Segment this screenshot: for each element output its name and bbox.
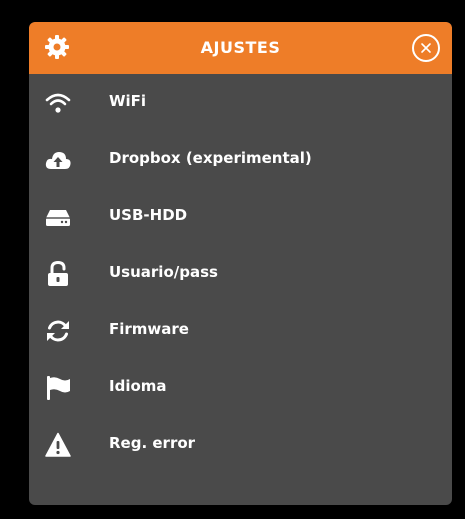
menu-item-label: Idioma (109, 377, 167, 395)
cloud-upload-icon (45, 147, 71, 173)
settings-title: AJUSTES (200, 38, 281, 57)
menu-item-label: WiFi (109, 92, 147, 110)
refresh-icon (45, 318, 71, 344)
hard-drive-icon (45, 204, 71, 230)
wifi-icon (45, 90, 71, 116)
menu-item-usuario-pass[interactable]: Usuario/pass (29, 245, 452, 302)
menu-item-label: Firmware (109, 320, 189, 338)
menu-item-dropbox[interactable]: Dropbox (experimental) (29, 131, 452, 188)
menu-item-label: USB-HDD (109, 206, 188, 224)
settings-panel: AJUSTES WiFi Dropbox (experimental) USB-… (29, 22, 452, 505)
close-button[interactable] (412, 34, 440, 62)
flag-icon (45, 375, 71, 401)
menu-item-label: Dropbox (experimental) (109, 149, 312, 167)
menu-item-reg-error[interactable]: Reg. error (29, 416, 452, 473)
settings-menu: WiFi Dropbox (experimental) USB-HDD Usua… (29, 74, 452, 473)
menu-item-label: Reg. error (109, 434, 196, 452)
menu-item-label: Usuario/pass (109, 263, 218, 281)
menu-item-wifi[interactable]: WiFi (29, 74, 452, 131)
unlock-icon (45, 260, 71, 287)
close-icon (421, 43, 431, 53)
menu-item-firmware[interactable]: Firmware (29, 302, 452, 359)
menu-item-idioma[interactable]: Idioma (29, 359, 452, 416)
settings-header: AJUSTES (29, 22, 452, 74)
warning-icon (45, 432, 71, 458)
menu-item-usb-hdd[interactable]: USB-HDD (29, 188, 452, 245)
